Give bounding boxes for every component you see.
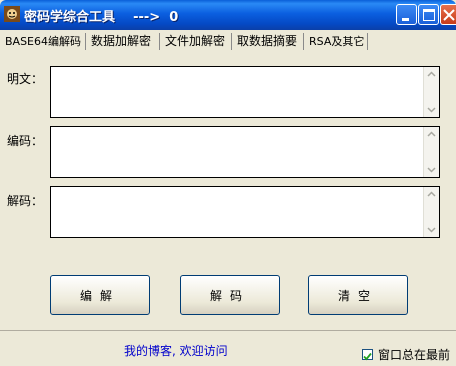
scroll-up-icon[interactable] [425, 128, 438, 141]
maximize-icon [423, 9, 435, 21]
title-bar[interactable]: 密码学综合工具 ---> 0 [0, 0, 456, 30]
always-on-top-label[interactable]: 窗口总在最前 [378, 346, 450, 363]
status-bar: 我的博客, 欢迎访问 窗口总在最前 [0, 330, 456, 366]
app-window: 密码学综合工具 ---> 0 BASE64编解码 数据加解密 文件加解密 取数据… [0, 0, 456, 366]
decoded-field[interactable] [50, 186, 440, 238]
tab-rsa[interactable]: RSA及其它 [306, 33, 368, 50]
app-icon[interactable] [4, 6, 20, 22]
clear-button[interactable]: 清空 [308, 275, 408, 315]
minimize-button[interactable] [396, 4, 417, 25]
encode-button[interactable]: 编解 [50, 275, 150, 315]
always-on-top-checkbox[interactable] [362, 349, 373, 361]
maximize-button[interactable] [418, 4, 439, 25]
tab-strip: BASE64编解码 数据加解密 文件加解密 取数据摘要 RSA及其它 [0, 30, 456, 52]
scroll-down-icon[interactable] [425, 103, 438, 116]
plaintext-scrollbar[interactable] [423, 67, 439, 117]
blog-link[interactable]: 我的博客, 欢迎访问 [124, 342, 228, 359]
decoded-scrollbar[interactable] [423, 187, 439, 237]
scroll-up-icon[interactable] [425, 68, 438, 81]
minimize-icon [402, 18, 409, 21]
tab-file-crypto[interactable]: 文件加解密 [162, 33, 232, 50]
encoded-scrollbar[interactable] [423, 127, 439, 177]
check-icon [363, 352, 372, 361]
plaintext-field[interactable] [50, 66, 440, 118]
close-button[interactable] [440, 4, 456, 25]
encoded-field[interactable] [50, 126, 440, 178]
scroll-down-icon[interactable] [425, 163, 438, 176]
tab-data-crypto[interactable]: 数据加解密 [88, 33, 160, 50]
window-title: 密码学综合工具 ---> 0 [24, 10, 179, 25]
plaintext-label: 明文： [7, 72, 44, 86]
close-icon [443, 9, 455, 21]
decode-button[interactable]: 解码 [180, 275, 280, 315]
scroll-down-icon[interactable] [425, 223, 438, 236]
scroll-up-icon[interactable] [425, 188, 438, 201]
tab-base64[interactable]: BASE64编解码 [2, 33, 86, 50]
decoded-label: 解码： [7, 194, 44, 208]
tab-digest[interactable]: 取数据摘要 [234, 33, 304, 50]
encoded-label: 编码： [7, 134, 44, 148]
